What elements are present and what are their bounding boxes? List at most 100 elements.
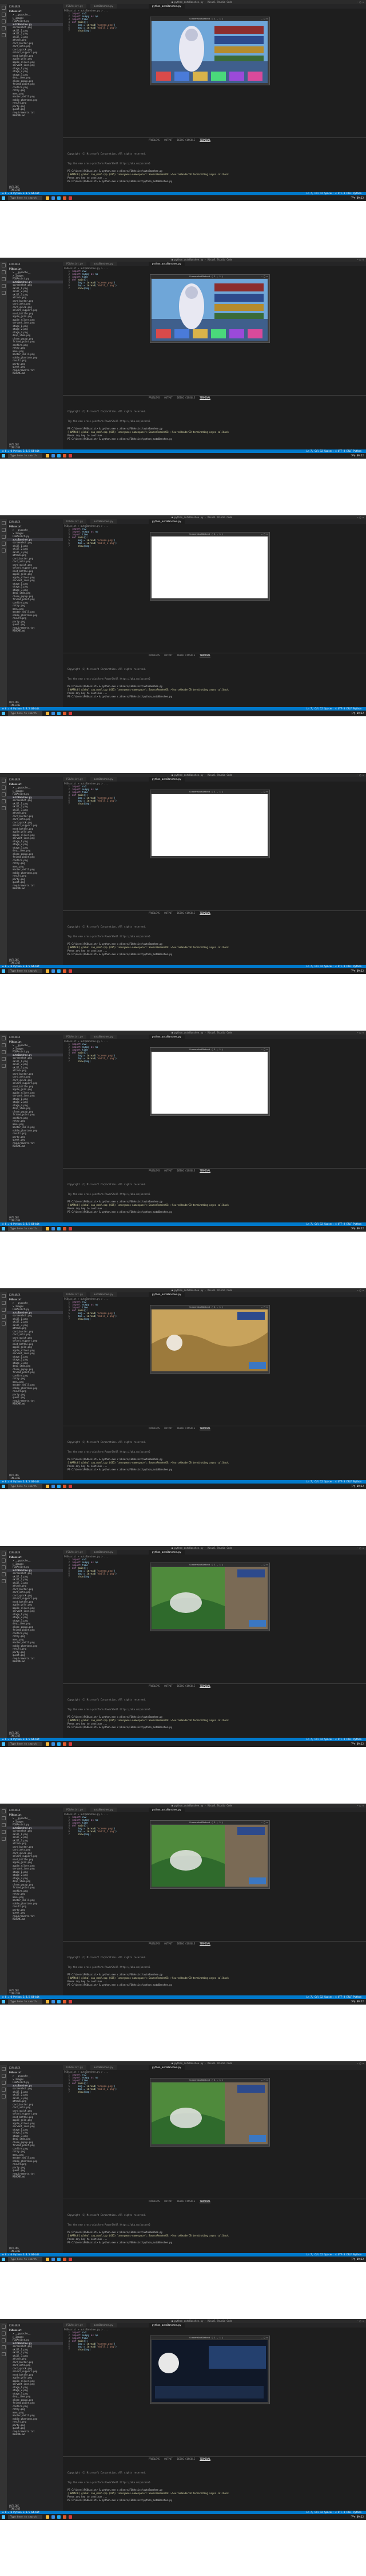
editor-tab[interactable]: autoBanshee.py xyxy=(90,1550,117,1555)
project-section[interactable]: FGOAssist xyxy=(7,9,63,13)
windows-start-icon[interactable] xyxy=(2,1742,5,1746)
timeline-section[interactable]: TIMELINE xyxy=(9,446,20,449)
timeline-section[interactable]: TIMELINE xyxy=(9,188,20,191)
app-taskbar-icon[interactable] xyxy=(63,454,66,457)
editor-tab[interactable]: autoBanshee.py xyxy=(90,519,117,524)
project-section[interactable]: FGOAssist xyxy=(7,524,63,528)
editor-tab[interactable]: autoBanshee.py xyxy=(90,2323,117,2328)
search-icon[interactable] xyxy=(1,2332,6,2336)
window-controls-icon[interactable]: — □ ✕ xyxy=(357,774,364,776)
editor-tab[interactable]: FGOAssist.py xyxy=(63,4,86,9)
source-control-icon[interactable] xyxy=(1,277,6,281)
window-controls-icon[interactable]: — □ ✕ xyxy=(357,1804,364,1807)
editor-tab[interactable]: python_autoBanshee.py xyxy=(149,777,185,782)
taskbar-search-input[interactable]: Type here to search xyxy=(8,2515,42,2519)
preview-controls-icon[interactable]: — □ ✕ xyxy=(261,1048,268,1051)
editor-tab[interactable]: FGOAssist.py xyxy=(63,262,86,266)
taskbar-search-input[interactable]: Type here to search xyxy=(8,2257,42,2262)
source-control-icon[interactable] xyxy=(1,2081,6,2085)
files-icon[interactable] xyxy=(1,1294,6,1298)
search-icon[interactable] xyxy=(1,2074,6,2078)
preview-controls-icon[interactable]: — □ ✕ xyxy=(261,2336,268,2340)
extensions-icon[interactable] xyxy=(1,1321,6,1326)
app-taskbar-icon[interactable] xyxy=(63,712,66,715)
app-taskbar-icon[interactable] xyxy=(69,1742,72,1746)
editor-tab[interactable]: FGOAssist.py xyxy=(63,2323,86,2328)
windows-start-icon[interactable] xyxy=(2,969,5,973)
vscode-taskbar-icon[interactable] xyxy=(57,1742,61,1746)
vscode-taskbar-icon[interactable] xyxy=(57,712,61,715)
file-explorer-icon[interactable] xyxy=(46,1742,49,1746)
extensions-icon[interactable] xyxy=(1,549,6,553)
file-item[interactable]: README.md xyxy=(7,114,63,117)
edge-browser-icon[interactable] xyxy=(51,1485,55,1488)
windows-start-icon[interactable] xyxy=(2,2000,5,2003)
debug-icon[interactable] xyxy=(1,1057,6,1061)
editor-tab[interactable]: autoBanshee.py xyxy=(90,262,117,266)
taskbar-search-input[interactable]: Type here to search xyxy=(8,453,42,458)
file-explorer-icon[interactable] xyxy=(46,1227,49,1230)
panel-tab[interactable]: PROBLEMS xyxy=(149,912,160,914)
panel-tab[interactable]: DEBUG CONSOLE xyxy=(177,139,195,141)
taskbar-search-input[interactable]: Type here to search xyxy=(8,1999,42,2004)
preview-controls-icon[interactable]: — □ ✕ xyxy=(261,1305,268,1309)
windows-start-icon[interactable] xyxy=(2,454,5,457)
window-controls-icon[interactable]: — □ ✕ xyxy=(357,1289,364,1292)
editor-tab[interactable]: autoBanshee.py xyxy=(90,1292,117,1297)
files-icon[interactable] xyxy=(1,1809,6,1813)
panel-tab[interactable]: OUTPUT xyxy=(164,1685,172,1687)
preview-controls-icon[interactable]: — □ ✕ xyxy=(261,2078,268,2082)
panel-tab[interactable]: OUTPUT xyxy=(164,139,172,141)
file-item[interactable]: README.md xyxy=(7,2175,63,2179)
edge-browser-icon[interactable] xyxy=(51,454,55,457)
editor-tab[interactable]: python_autoBanshee.py xyxy=(149,2323,185,2328)
extensions-icon[interactable] xyxy=(1,33,6,37)
file-explorer-icon[interactable] xyxy=(46,454,49,457)
search-icon[interactable] xyxy=(1,270,6,274)
editor-tab[interactable]: FGOAssist.py xyxy=(63,1550,86,1555)
files-icon[interactable] xyxy=(1,6,6,10)
panel-tab[interactable]: TERMINAL xyxy=(200,1685,211,1688)
edge-browser-icon[interactable] xyxy=(51,712,55,715)
file-item[interactable]: README.md xyxy=(7,2433,63,2436)
file-item[interactable]: README.md xyxy=(7,372,63,375)
windows-start-icon[interactable] xyxy=(2,1485,5,1488)
panel-tab[interactable]: OUTPUT xyxy=(164,1942,172,1945)
editor-tab[interactable]: python_autoBanshee.py xyxy=(149,1292,185,1297)
files-icon[interactable] xyxy=(1,521,6,525)
vscode-taskbar-icon[interactable] xyxy=(57,1227,61,1230)
preview-controls-icon[interactable]: — □ ✕ xyxy=(261,1563,268,1567)
source-control-icon[interactable] xyxy=(1,1565,6,1569)
files-icon[interactable] xyxy=(1,2067,6,2071)
extensions-icon[interactable] xyxy=(1,2352,6,2356)
extensions-icon[interactable] xyxy=(1,1579,6,1583)
file-item[interactable]: README.md xyxy=(7,1918,63,1921)
files-icon[interactable] xyxy=(1,263,6,267)
edge-browser-icon[interactable] xyxy=(51,196,55,200)
debug-icon[interactable] xyxy=(1,1830,6,1834)
preview-controls-icon[interactable]: — □ ✕ xyxy=(261,532,268,536)
windows-start-icon[interactable] xyxy=(2,2515,5,2519)
panel-tab[interactable]: PROBLEMS xyxy=(149,1942,160,1945)
vscode-taskbar-icon[interactable] xyxy=(57,969,61,973)
source-control-icon[interactable] xyxy=(1,1050,6,1054)
edge-browser-icon[interactable] xyxy=(51,1227,55,1230)
window-controls-icon[interactable]: — □ ✕ xyxy=(357,1547,364,1549)
edge-browser-icon[interactable] xyxy=(51,2515,55,2519)
preview-controls-icon[interactable]: — □ ✕ xyxy=(261,1821,268,1824)
app-taskbar-icon[interactable] xyxy=(69,1485,72,1488)
editor-tab[interactable]: autoBanshee.py xyxy=(90,1808,117,1812)
app-taskbar-icon[interactable] xyxy=(63,1227,66,1230)
debug-icon[interactable] xyxy=(1,1315,6,1319)
file-item[interactable]: README.md xyxy=(7,1402,63,1406)
search-icon[interactable] xyxy=(1,786,6,790)
source-control-icon[interactable] xyxy=(1,1308,6,1312)
panel-tab[interactable]: TERMINAL xyxy=(200,139,211,142)
panel-tab[interactable]: DEBUG CONSOLE xyxy=(177,1942,195,1945)
timeline-section[interactable]: TIMELINE xyxy=(9,2250,20,2252)
panel-tab[interactable]: OUTPUT xyxy=(164,912,172,914)
file-explorer-icon[interactable] xyxy=(46,969,49,973)
app-taskbar-icon[interactable] xyxy=(63,2515,66,2519)
editor-tab[interactable]: FGOAssist.py xyxy=(63,2065,86,2070)
editor-tab[interactable]: FGOAssist.py xyxy=(63,519,86,524)
